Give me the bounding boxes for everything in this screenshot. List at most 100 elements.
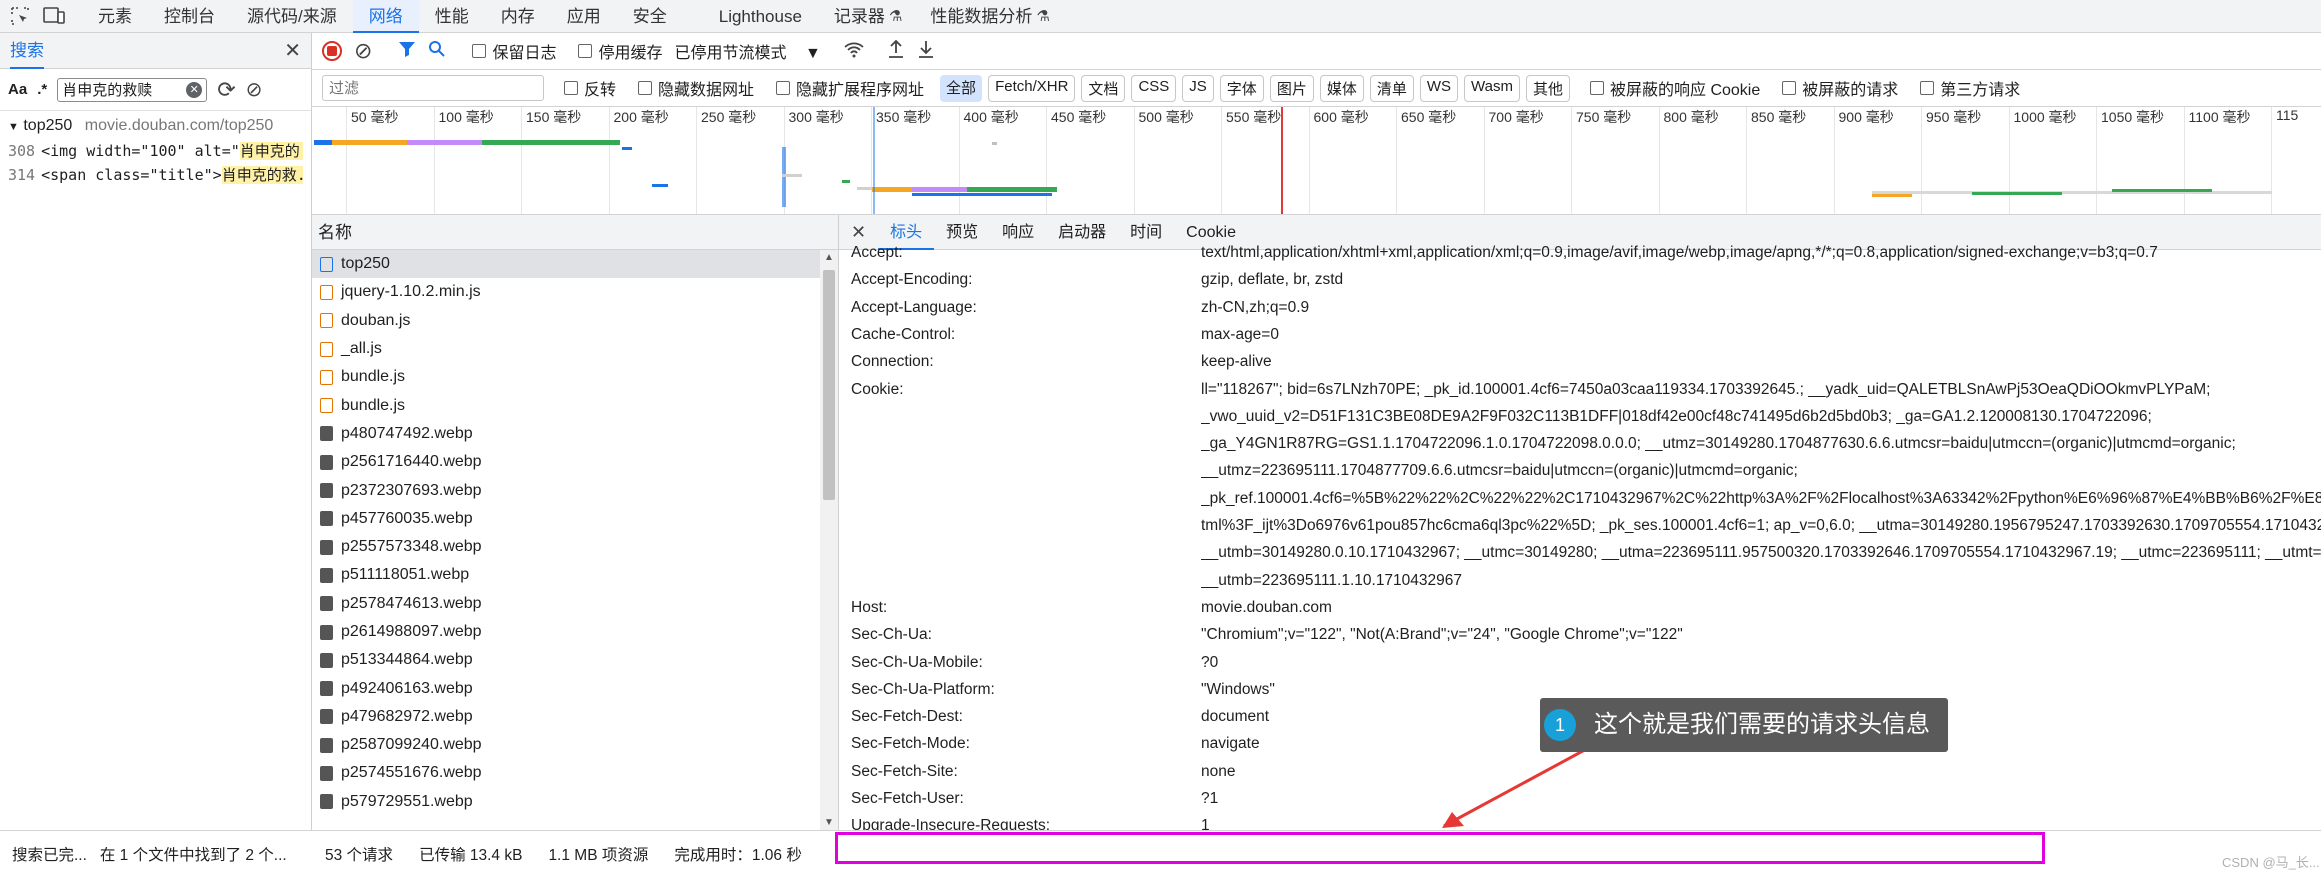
invert-checkbox[interactable]: 反转	[564, 76, 616, 100]
header-name: Accept:	[851, 244, 903, 261]
image-file-icon	[320, 567, 333, 583]
request-row[interactable]: jquery-1.10.2.min.js	[312, 278, 838, 306]
panel-tab[interactable]: 网络	[352, 0, 419, 33]
request-row[interactable]: p513344864.webp	[312, 646, 838, 674]
search-result-line[interactable]: 308 <img width="100" alt="肖申克的...	[8, 139, 303, 163]
type-filter-chip[interactable]: WS	[1419, 74, 1459, 102]
refresh-icon[interactable]: ⟳	[217, 77, 235, 103]
request-name: bundle.js	[341, 396, 406, 414]
panel-tab[interactable]: 应用	[551, 0, 617, 33]
request-row[interactable]: top250	[312, 250, 838, 279]
request-row[interactable]: p511118051.webp	[312, 561, 838, 589]
download-icon[interactable]	[917, 39, 935, 64]
request-row[interactable]: p2561716440.webp	[312, 448, 838, 476]
request-row[interactable]: douban.js	[312, 307, 838, 335]
header-row: _pk_ref.100001.4cf6=%5B%22%22%2C%22%22%2…	[851, 490, 2321, 512]
result-file[interactable]: ▼ top250 movie.douban.com/top250	[8, 117, 303, 135]
throttle-select[interactable]: 已停用节流模式 ▼	[674, 39, 820, 63]
request-row[interactable]: p2372307693.webp	[312, 476, 838, 504]
panel-tab[interactable]: Lighthouse	[703, 0, 818, 33]
blocked-cookies-checkbox[interactable]: 被屏蔽的响应 Cookie	[1590, 76, 1760, 100]
search-tab[interactable]: 搜索	[10, 33, 44, 69]
request-row[interactable]: _all.js	[312, 335, 838, 363]
request-row[interactable]: p2574551676.webp	[312, 759, 838, 787]
domcontentloaded-marker	[873, 107, 875, 214]
header-row: Sec-Ch-Ua: "Chromium";v="122", "Not(A:Bra…	[851, 626, 2321, 648]
script-file-icon	[320, 369, 333, 385]
filter-input[interactable]	[322, 75, 544, 101]
request-row[interactable]: p2587099240.webp	[312, 731, 838, 759]
upload-icon[interactable]	[887, 39, 905, 64]
blocked-requests-checkbox[interactable]: 被屏蔽的请求	[1782, 76, 1898, 100]
image-file-icon	[320, 737, 333, 753]
panel-tab[interactable]: 安全	[617, 0, 683, 33]
devtools-panel-tabbar: 元素 控制台 源代码/来源 网络 性能 内存 应用 安全 Lighthouse 记录器 ⚗ 性能数据分…	[0, 0, 2321, 33]
panel-tab[interactable]: 性能数据分析	[914, 0, 1048, 33]
wifi-settings-icon[interactable]	[843, 40, 865, 63]
request-row[interactable]: p480747492.webp	[312, 420, 838, 448]
timeline-tick: 500 毫秒	[1133, 107, 1194, 214]
regex-button[interactable]: .*	[37, 81, 47, 98]
panel-tab[interactable]: 源代码/来源	[231, 0, 353, 33]
type-filter-chip[interactable]: JS	[1182, 74, 1214, 102]
type-filter-chip[interactable]: 全部	[940, 74, 983, 102]
request-row[interactable]: p579729551.webp	[312, 788, 838, 816]
clear-icon[interactable]: ✕	[186, 81, 203, 98]
request-row[interactable]: p492406163.webp	[312, 674, 838, 702]
header-value: __utmb=223695111.1.10.1710432967	[1201, 571, 1463, 589]
type-filter-chip[interactable]: Wasm	[1464, 74, 1520, 102]
panel-tab[interactable]: 内存	[485, 0, 551, 33]
timeline-overview[interactable]: 50 毫秒 100 毫秒 150 毫秒 200 毫秒 250 毫秒 300 毫秒 350 毫…	[312, 107, 2321, 215]
search-drawer: 搜索 ✕ Aa .* 肖申克的救赎 ✕ ⟳ ⊘ ▼ top250 movie.d…	[0, 33, 312, 876]
type-filter-chip[interactable]: 媒体	[1319, 74, 1364, 102]
waterfall-bar-green	[2112, 189, 2212, 192]
type-filter-chip[interactable]: 图片	[1269, 74, 1314, 102]
match-case-button[interactable]: Aa	[8, 81, 27, 98]
name-column-header[interactable]: 名称	[312, 215, 838, 250]
request-row[interactable]: p457760035.webp	[312, 505, 838, 533]
filter-icon[interactable]	[398, 40, 416, 63]
preserve-log-checkbox[interactable]: 保留日志	[472, 39, 556, 63]
hide-data-urls-checkbox[interactable]: 隐藏数据网址	[638, 76, 754, 100]
device-toolbar-icon[interactable]	[40, 2, 68, 30]
type-filter-chip[interactable]: CSS	[1131, 74, 1177, 102]
type-filter-chip[interactable]: 文档	[1081, 74, 1126, 102]
timeline-tick: 100 毫秒	[433, 107, 494, 214]
search-result-line[interactable]: 314 <span class="title">肖申克的救...	[8, 163, 303, 187]
request-row[interactable]: bundle.js	[312, 363, 838, 391]
search-icon[interactable]	[428, 40, 446, 63]
record-icon[interactable]	[322, 41, 342, 61]
chevron-down-icon: ▼	[804, 45, 821, 62]
request-row[interactable]: p479682972.webp	[312, 703, 838, 731]
header-row: Accept-Encoding: gzip, deflate, br, zstd	[851, 271, 2321, 293]
type-filter-chip[interactable]: Fetch/XHR	[988, 74, 1076, 102]
disable-cache-checkbox[interactable]: 停用缓存	[578, 39, 662, 63]
request-row[interactable]: p2578474613.webp	[312, 590, 838, 618]
type-filter-chip[interactable]: 其他	[1525, 74, 1570, 102]
clear-log-icon[interactable]: ⊘	[354, 38, 372, 64]
hide-extension-urls-checkbox[interactable]: 隐藏扩展程序网址	[776, 76, 924, 100]
summary-item: 完成用时：1.06 秒	[674, 847, 802, 864]
request-list-scrollbar[interactable]: ▲ ▼	[820, 250, 838, 830]
panel-tab[interactable]: 性能	[419, 0, 485, 33]
third-party-checkbox[interactable]: 第三方请求	[1920, 76, 2020, 100]
image-file-icon	[320, 652, 333, 668]
network-filter-bar: 反转 隐藏数据网址 隐藏扩展程序网址 全部Fetch/XHR文档CSSJS字体图…	[312, 70, 2321, 107]
request-name: p479682972.webp	[341, 707, 473, 725]
image-file-icon	[320, 794, 333, 810]
request-row[interactable]: p2614988097.webp	[312, 618, 838, 646]
request-row[interactable]: bundle.js	[312, 391, 838, 419]
clear-results-icon[interactable]: ⊘	[246, 77, 263, 102]
close-icon[interactable]: ✕	[284, 38, 301, 63]
experiment-flask-icon: ⚗	[888, 7, 903, 25]
inspect-element-icon[interactable]	[6, 2, 34, 30]
panel-tab[interactable]: 元素	[82, 0, 148, 33]
panel-tab[interactable]: 控制台	[148, 0, 231, 33]
timeline-tick: 300 毫秒	[783, 107, 844, 214]
close-icon[interactable]: ✕	[839, 222, 878, 243]
request-row[interactable]: p2557573348.webp	[312, 533, 838, 561]
type-filter-chip[interactable]: 字体	[1219, 74, 1264, 102]
request-name: p2574551676.webp	[341, 764, 482, 782]
type-filter-chip[interactable]: 清单	[1369, 74, 1414, 102]
search-input[interactable]: 肖申克的救赎 ✕	[57, 77, 208, 102]
